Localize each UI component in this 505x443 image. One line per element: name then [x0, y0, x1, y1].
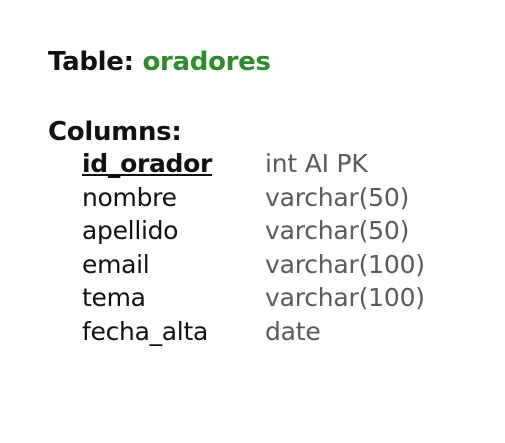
column-name: id_orador — [82, 149, 213, 179]
column-type: varchar(100) — [265, 249, 425, 279]
column-name: fecha_alta — [82, 316, 208, 346]
column-name: apellido — [82, 216, 179, 246]
column-name: tema — [82, 283, 146, 313]
column-row-tema: tema varchar(100) — [82, 281, 425, 315]
column-name: nombre — [82, 182, 177, 212]
table-label: Table: — [48, 47, 134, 77]
column-row-apellido: apellido varchar(50) — [82, 214, 425, 248]
column-row-email: email varchar(100) — [82, 248, 425, 282]
columns-heading: Columns: — [48, 117, 182, 147]
column-row-nombre: nombre varchar(50) — [82, 181, 425, 215]
column-list: id_orador int AI PK nombre varchar(50) a… — [82, 147, 425, 348]
column-type: varchar(100) — [265, 283, 425, 313]
column-row-id-orador: id_orador int AI PK — [82, 147, 425, 181]
table-title: Table: oradores — [48, 44, 271, 80]
column-name: email — [82, 249, 150, 279]
column-type: varchar(50) — [265, 182, 410, 212]
table-name: oradores — [142, 47, 271, 77]
column-type: date — [265, 316, 321, 346]
column-type: int AI PK — [265, 149, 368, 179]
column-type: varchar(50) — [265, 216, 410, 246]
column-row-fecha-alta: fecha_alta date — [82, 315, 425, 349]
